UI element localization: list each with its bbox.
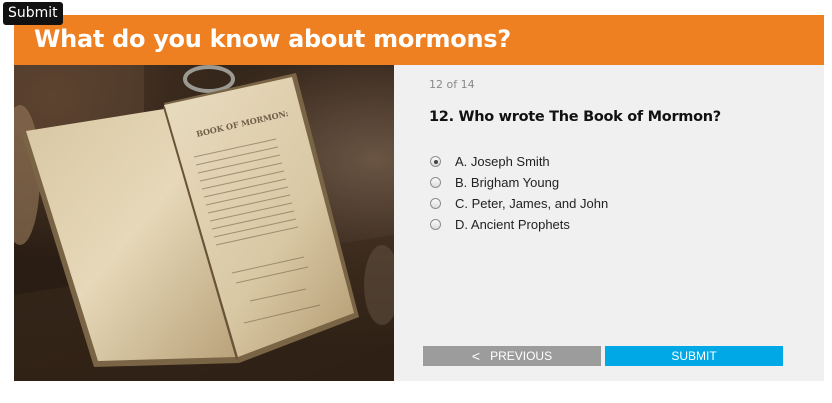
answer-option-label: C. Peter, James, and John [455, 196, 609, 211]
quiz-title: What do you know about mormons? [34, 25, 511, 53]
quiz-card: What do you know about mormons? BOOK OF … [14, 15, 824, 381]
question-progress: 12 of 14 [429, 78, 475, 91]
radio-button[interactable] [430, 198, 441, 209]
chevron-left-icon: < [471, 347, 481, 364]
answer-options: A. Joseph Smith B. Brigham Young C. Pete… [430, 151, 608, 235]
radio-button-selected[interactable] [430, 156, 441, 167]
answer-option-d[interactable]: D. Ancient Prophets [430, 214, 608, 235]
answer-option-label: A. Joseph Smith [455, 154, 550, 169]
answer-option-a[interactable]: A. Joseph Smith [430, 151, 608, 172]
submit-tooltip: Submit [3, 2, 63, 25]
radio-button[interactable] [430, 177, 441, 188]
book-of-mormon-photo: BOOK OF MORMON: [14, 65, 394, 381]
answer-option-label: B. Brigham Young [455, 175, 560, 190]
answer-option-b[interactable]: B. Brigham Young [430, 172, 608, 193]
question-panel: 12 of 14 12. Who wrote The Book of Mormo… [394, 65, 824, 381]
submit-button[interactable]: SUBMIT [605, 346, 783, 366]
answer-option-label: D. Ancient Prophets [455, 217, 570, 232]
question-text: 12. Who wrote The Book of Mormon? [429, 109, 721, 125]
radio-button[interactable] [430, 219, 441, 230]
book-illustration: BOOK OF MORMON: [14, 65, 394, 381]
submit-button-label: SUBMIT [671, 349, 717, 363]
answer-option-c[interactable]: C. Peter, James, and John [430, 193, 608, 214]
previous-button-label: PREVIOUS [490, 349, 553, 363]
quiz-header: What do you know about mormons? [14, 15, 824, 65]
previous-button[interactable]: < PREVIOUS [423, 346, 601, 366]
